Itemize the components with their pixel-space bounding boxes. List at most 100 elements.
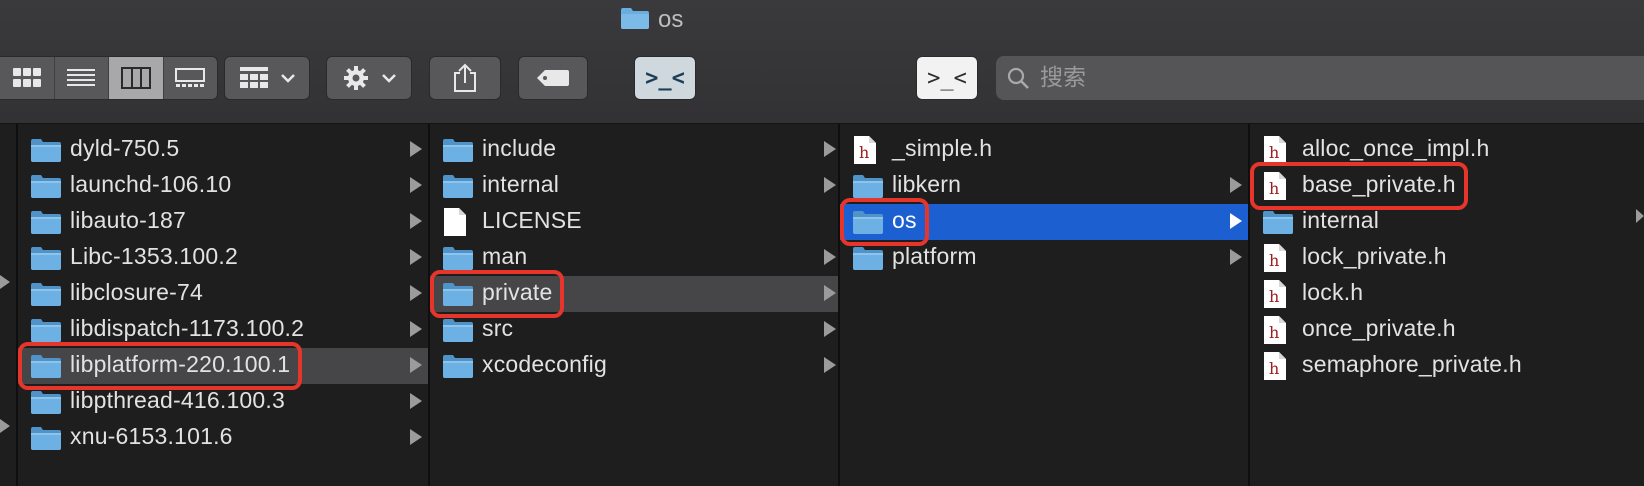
header-file-icon: h: [1262, 351, 1288, 386]
folder-icon: [30, 281, 62, 312]
list-item[interactable]: include: [430, 132, 838, 168]
list-item[interactable]: h base_private.h: [1250, 168, 1644, 204]
chevron-down-icon: [382, 74, 396, 83]
header-file-icon: h: [852, 135, 878, 170]
list-view-button[interactable]: [55, 57, 109, 99]
terminal-app-icon: >_<: [927, 65, 967, 91]
disclosure-arrow-icon: [824, 249, 836, 265]
folder-icon: [442, 245, 474, 276]
svg-text:h: h: [859, 143, 869, 162]
folder-icon: [852, 245, 884, 276]
list-item[interactable]: man: [430, 240, 838, 276]
column-3: h _simple.hlibkern os platform: [840, 124, 1248, 486]
view-mode-segmented-control: [0, 56, 218, 100]
list-item[interactable]: libauto-187: [18, 204, 428, 240]
list-item[interactable]: private: [430, 276, 838, 312]
document-icon: [442, 207, 468, 242]
list-item[interactable]: launchd-106.10: [18, 168, 428, 204]
folder-icon: [30, 209, 62, 240]
item-name: libpthread-416.100.3: [70, 387, 285, 413]
terminal-app-button[interactable]: >_<: [916, 56, 978, 100]
list-item[interactable]: h _simple.h: [840, 132, 1248, 168]
disclosure-arrow-icon: [1636, 209, 1644, 223]
column-2: include internal LICENSE man private src xcode…: [430, 124, 838, 486]
item-name: xnu-6153.101.6: [70, 423, 233, 449]
terminal-button[interactable]: >_<: [634, 56, 696, 100]
disclosure-arrow-icon: [410, 177, 422, 193]
list-item[interactable]: h alloc_once_impl.h: [1250, 132, 1644, 168]
list-item[interactable]: libdispatch-1173.100.2: [18, 312, 428, 348]
item-name: man: [482, 243, 528, 269]
header-file-icon: h: [1262, 279, 1288, 314]
list-item[interactable]: xnu-6153.101.6: [18, 420, 428, 456]
window-title-text: os: [658, 6, 684, 33]
list-item[interactable]: xcodeconfig: [430, 348, 838, 384]
gallery-view-button[interactable]: [164, 57, 218, 99]
item-name: src: [482, 315, 514, 341]
folder-icon: [1262, 209, 1294, 240]
list-icon: [67, 69, 96, 86]
list-item[interactable]: internal: [1250, 204, 1644, 240]
column-divider[interactable]: [838, 124, 840, 486]
svg-text:h: h: [1269, 287, 1279, 306]
list-item[interactable]: dyld-750.5: [18, 132, 428, 168]
folder-icon: [442, 173, 474, 204]
tag-button[interactable]: [518, 56, 588, 100]
list-item[interactable]: libplatform-220.100.1: [18, 348, 428, 384]
list-item[interactable]: internal: [430, 168, 838, 204]
column-divider[interactable]: [428, 124, 430, 486]
group-button[interactable]: [224, 56, 310, 100]
disclosure-arrow-icon: [410, 357, 422, 373]
disclosure-arrow-icon: [410, 213, 422, 229]
terminal-icon: >_<: [645, 65, 685, 91]
item-name: lock.h: [1302, 279, 1364, 305]
list-item[interactable]: h lock.h: [1250, 276, 1644, 312]
item-name: libdispatch-1173.100.2: [70, 315, 305, 341]
disclosure-arrow-icon: [1230, 213, 1242, 229]
column-view-button[interactable]: [109, 57, 164, 99]
item-name: libauto-187: [70, 207, 187, 233]
action-button[interactable]: [326, 56, 412, 100]
item-name: _simple.h: [892, 135, 993, 161]
list-item[interactable]: h semaphore_private.h: [1250, 348, 1644, 384]
gallery-icon: [175, 68, 206, 87]
svg-text:h: h: [1269, 251, 1279, 270]
list-item[interactable]: h once_private.h: [1250, 312, 1644, 348]
list-item[interactable]: h lock_private.h: [1250, 240, 1644, 276]
item-name: include: [482, 135, 557, 161]
list-item[interactable]: LICENSE: [430, 204, 838, 240]
gear-icon: [344, 66, 368, 90]
disclosure-arrow-icon: [410, 429, 422, 445]
share-button[interactable]: [429, 56, 501, 100]
svg-text:h: h: [1269, 359, 1279, 378]
item-name: libclosure-74: [70, 279, 203, 305]
disclosure-arrow-icon: [410, 285, 422, 301]
folder-icon: [30, 137, 62, 168]
disclosure-arrow-icon: [410, 321, 422, 337]
column-divider[interactable]: [1248, 124, 1250, 486]
list-item[interactable]: platform: [840, 240, 1248, 276]
folder-icon: [852, 173, 884, 204]
item-name: lock_private.h: [1302, 243, 1447, 269]
list-item[interactable]: libpthread-416.100.3: [18, 384, 428, 420]
column-4: h alloc_once_impl.h h base_private.h interna…: [1250, 124, 1644, 486]
disclosure-arrow-icon: [824, 285, 836, 301]
disclosure-arrow-icon: [824, 141, 836, 157]
item-name: dyld-750.5: [70, 135, 180, 161]
list-item[interactable]: libkern: [840, 168, 1248, 204]
search-field[interactable]: [996, 56, 1644, 100]
list-item[interactable]: src: [430, 312, 838, 348]
item-name: libplatform-220.100.1: [70, 351, 291, 377]
item-name: once_private.h: [1302, 315, 1456, 341]
list-item[interactable]: libclosure-74: [18, 276, 428, 312]
folder-icon: [30, 353, 62, 384]
list-item[interactable]: Libc-1353.100.2: [18, 240, 428, 276]
disclosure-arrow-icon: [824, 177, 836, 193]
folder-icon: [30, 245, 62, 276]
item-name: Libc-1353.100.2: [70, 243, 238, 269]
search-input[interactable]: [1040, 65, 1600, 91]
list-item[interactable]: os: [840, 204, 1248, 240]
folder-icon: [852, 209, 884, 240]
column-divider[interactable]: [16, 124, 18, 486]
icon-view-button[interactable]: [0, 57, 55, 99]
